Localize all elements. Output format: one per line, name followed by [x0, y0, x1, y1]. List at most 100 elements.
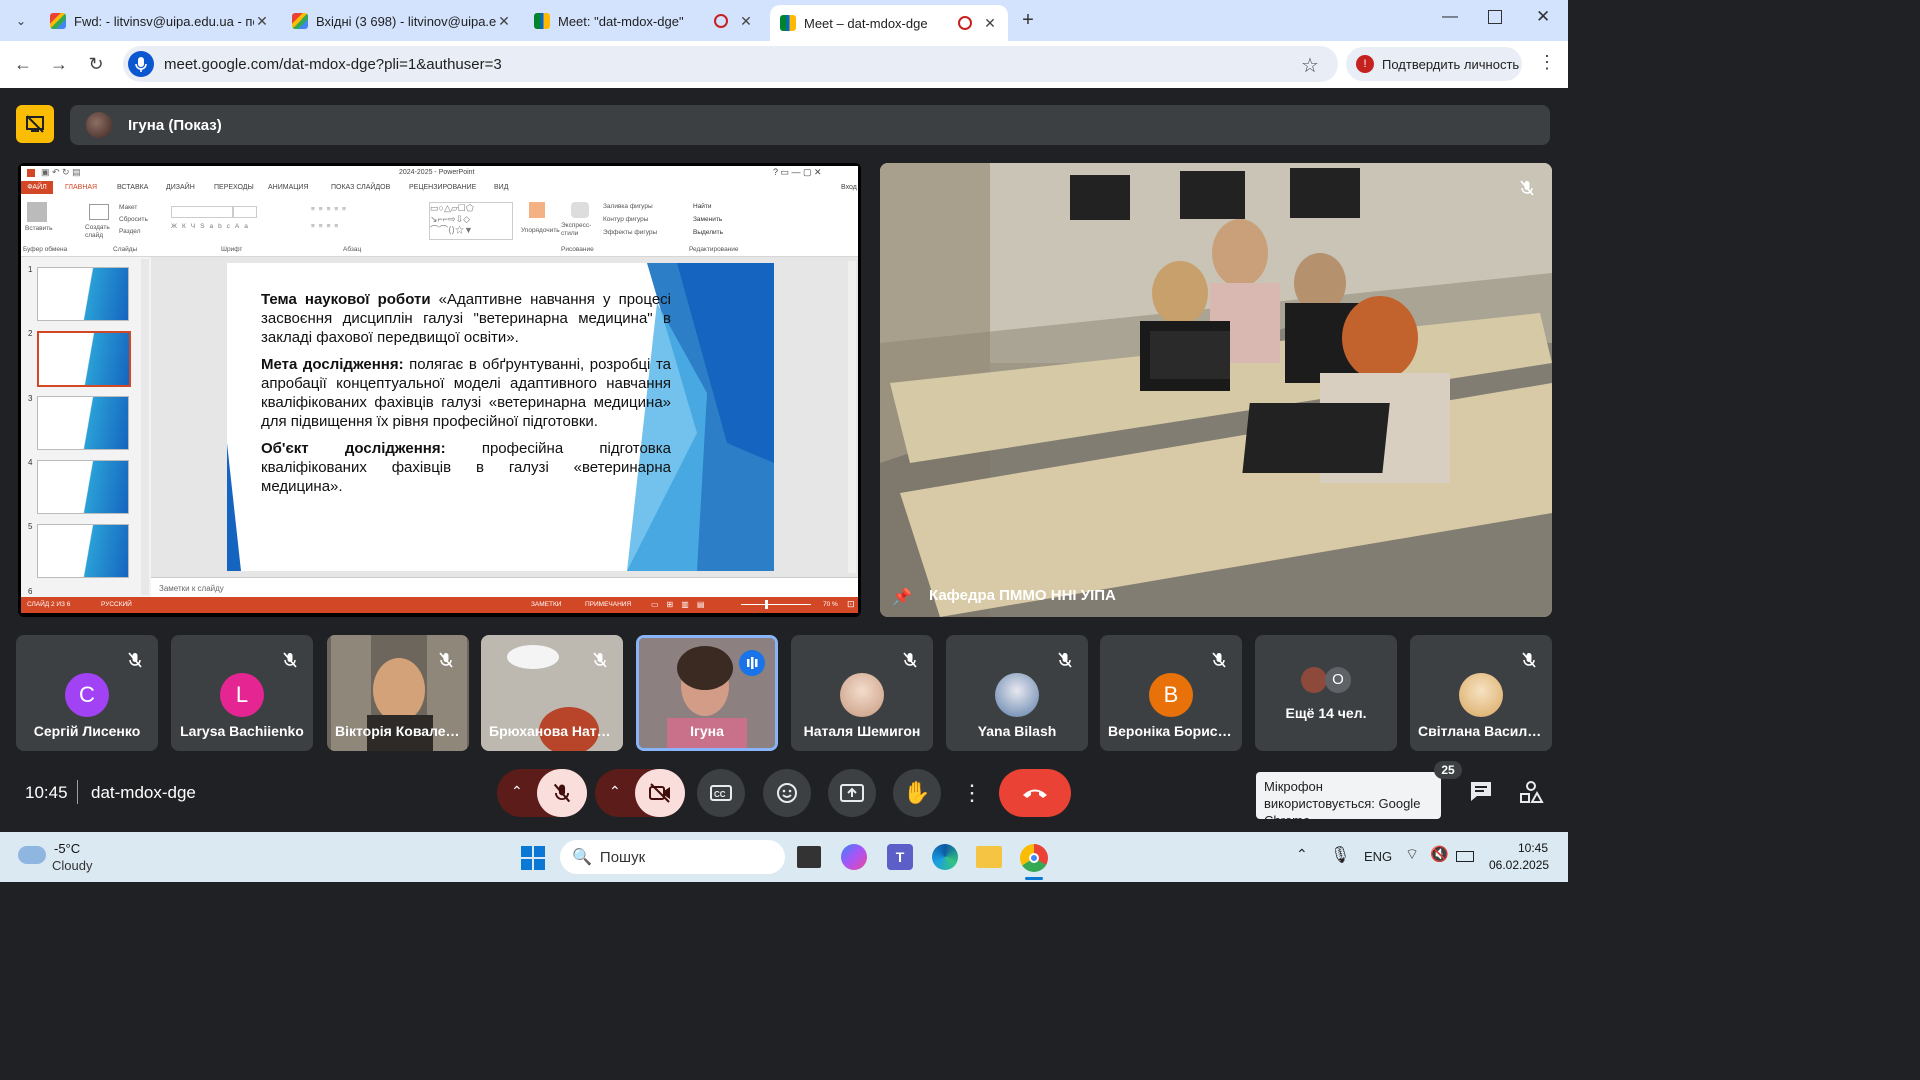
tab-gmail-inbox[interactable]: Вхідні (3 698) - litvinov@uipa.e ✕	[282, 6, 522, 36]
copilot-icon[interactable]	[841, 844, 867, 870]
select-button[interactable]: Выделить	[693, 229, 723, 236]
clock-time[interactable]: 10:45	[1518, 841, 1548, 855]
weather-desc[interactable]: Cloudy	[52, 858, 92, 873]
ppt-tab-animation[interactable]: АНИМАЦИЯ	[268, 184, 309, 191]
zoom-slider-thumb[interactable]	[765, 600, 768, 609]
participant-tile[interactable]: Наталя Шемигон	[791, 635, 933, 751]
language-indicator[interactable]: ENG	[1364, 849, 1392, 864]
shape-effects-button[interactable]: Эффекты фигуры	[603, 229, 657, 236]
ppt-tab-review[interactable]: РЕЦЕНЗИРОВАНИЕ	[409, 184, 476, 191]
chevron-up-icon[interactable]: ⌃	[1296, 846, 1308, 863]
toggle-camera-button[interactable]	[635, 769, 685, 817]
chrome-icon[interactable]	[1020, 844, 1048, 872]
screen-share-tile[interactable]: ▣ ↶ ↻ ▤ 2024-2025 - PowerPoint ? ▭ — ▢ ✕…	[18, 163, 861, 617]
battery-icon[interactable]	[1456, 851, 1474, 862]
chat-icon[interactable]	[1468, 779, 1496, 807]
edge-icon[interactable]	[932, 844, 958, 870]
tab-meet-active[interactable]: Meet – dat-mdox-dge ✕	[770, 5, 1008, 41]
participant-tile-video[interactable]: Вікторія Коваленко	[327, 635, 469, 751]
clock-date[interactable]: 06.02.2025	[1489, 858, 1549, 872]
chevron-up-icon[interactable]: ⌃	[609, 783, 621, 800]
ppt-tab-transitions[interactable]: ПЕРЕХОДЫ	[214, 184, 254, 191]
ppt-tab-home[interactable]: ГЛАВНАЯ	[65, 184, 97, 191]
address-bar[interactable]: meet.google.com/dat-mdox-dge?pli=1&authu…	[123, 46, 1338, 82]
captions-button[interactable]: CC	[697, 769, 745, 817]
menu-kebab-icon[interactable]: ⋮	[1538, 52, 1556, 73]
close-icon[interactable]: ✕	[738, 13, 754, 30]
ppt-tab-view[interactable]: ВИД	[494, 184, 508, 191]
status-notes-button[interactable]: ЗАМЕТКИ	[531, 601, 561, 608]
room-camera-tile[interactable]: 📌 Кафедра ПММО ННІ УІПА	[880, 163, 1552, 617]
find-button[interactable]: Найти	[693, 203, 712, 210]
mic-in-use-icon[interactable]	[128, 51, 154, 77]
close-icon[interactable]: ✕	[496, 13, 512, 30]
slide-thumbnail[interactable]	[37, 460, 129, 514]
status-language[interactable]: РУССКИЙ	[101, 601, 132, 608]
more-participants-tile[interactable]: O Ещё 14 чел.	[1255, 635, 1397, 751]
pin-icon[interactable]: 📌	[892, 587, 912, 607]
bookmark-star-icon[interactable]: ☆	[1301, 53, 1319, 78]
quick-styles-icon[interactable]	[571, 202, 589, 218]
tab-meet-info[interactable]: Meet: "dat-mdox-dge" ✕	[524, 6, 764, 36]
wifi-icon[interactable]: ⌔	[1405, 845, 1419, 864]
minimize-icon[interactable]: —	[1442, 8, 1458, 26]
ppt-tab-design[interactable]: ДИЗАЙН	[166, 184, 195, 191]
replace-button[interactable]: Заменить	[693, 216, 722, 223]
participant-tile[interactable]: Світлана Васильченко	[1410, 635, 1552, 751]
taskbar-search[interactable]: 🔍 Пошук	[560, 840, 785, 874]
ppt-tab-insert[interactable]: ВСТАВКА	[117, 184, 148, 191]
reactions-button[interactable]	[763, 769, 811, 817]
participant-tile[interactable]: С Сергій Лисенко	[16, 635, 158, 751]
paragraph-icons[interactable]: ≡≡≡≡≡	[311, 206, 350, 213]
volume-muted-icon[interactable]: 🔇	[1430, 845, 1449, 863]
slide-thumbnail[interactable]	[37, 396, 129, 450]
forward-arrow-icon[interactable]: →	[48, 53, 70, 75]
reset-button[interactable]: Сбросить	[119, 216, 148, 223]
slide-scrollbar[interactable]	[848, 261, 856, 573]
section-button[interactable]: Раздел	[119, 228, 140, 235]
activities-icon[interactable]	[1518, 779, 1546, 807]
view-mode-icons[interactable]: ▭⊞▥▤	[651, 600, 712, 609]
leave-call-button[interactable]	[999, 769, 1071, 817]
windows-start-icon[interactable]	[521, 846, 545, 870]
new-tab-icon[interactable]: +	[1016, 8, 1040, 32]
current-slide[interactable]: Тема наукової роботи «Адаптивне навчання…	[227, 263, 774, 571]
task-view-icon[interactable]	[797, 846, 821, 868]
verify-identity-button[interactable]: ! Подтвердить личность	[1346, 47, 1522, 81]
slide-thumbnail[interactable]	[37, 267, 129, 321]
file-explorer-icon[interactable]	[976, 846, 1002, 868]
teams-icon[interactable]: T	[887, 844, 913, 870]
fit-slide-icon[interactable]: ⊡	[847, 599, 855, 610]
participant-tile[interactable]: Yana Bilash	[946, 635, 1088, 751]
present-button[interactable]	[828, 769, 876, 817]
notes-pane[interactable]: Заметки к слайду	[151, 577, 858, 598]
status-comments-button[interactable]: ПРИМЕЧАНИЯ	[585, 601, 631, 608]
participant-tile[interactable]: L Larysa Bachiienko	[171, 635, 313, 751]
slide-thumbnail-selected[interactable]	[37, 331, 131, 387]
zoom-slider[interactable]	[741, 604, 811, 605]
font-format-icons[interactable]: ЖКЧSabcAa	[171, 223, 253, 230]
participant-tile-speaking[interactable]: Ігуна	[636, 635, 778, 751]
stop-presenting-icon[interactable]	[16, 105, 54, 143]
raise-hand-button[interactable]: ✋	[893, 769, 941, 817]
ppt-tab-file[interactable]: ФАЙЛ	[21, 181, 53, 194]
participant-tile[interactable]: В Вероніка Борисова	[1100, 635, 1242, 751]
reload-icon[interactable]: ↻	[85, 53, 107, 75]
ppt-window-controls[interactable]: ? ▭ — ▢ ✕	[773, 167, 822, 178]
more-options-icon[interactable]: ⋮	[958, 769, 986, 817]
arrange-icon[interactable]	[529, 202, 545, 218]
paste-icon[interactable]	[27, 202, 47, 222]
alignment-icons[interactable]: ≡≡≡≡	[311, 223, 342, 230]
ppt-tab-slideshow[interactable]: ПОКАЗ СЛАЙДОВ	[331, 184, 390, 191]
slide-thumbnail[interactable]	[37, 524, 129, 578]
maximize-icon[interactable]	[1488, 10, 1502, 24]
shape-outline-button[interactable]: Контур фигуры	[603, 216, 648, 223]
tab-search-button[interactable]: ⌄	[8, 8, 34, 34]
mic-tray-icon[interactable]: 🎙	[1330, 845, 1350, 865]
layout-button[interactable]: Макет	[119, 204, 137, 211]
font-size-select[interactable]	[233, 206, 257, 218]
new-slide-icon[interactable]	[89, 204, 109, 220]
back-arrow-icon[interactable]: ←	[12, 53, 34, 75]
close-icon[interactable]: ✕	[254, 13, 270, 30]
ppt-signin[interactable]: Вход	[841, 184, 857, 191]
